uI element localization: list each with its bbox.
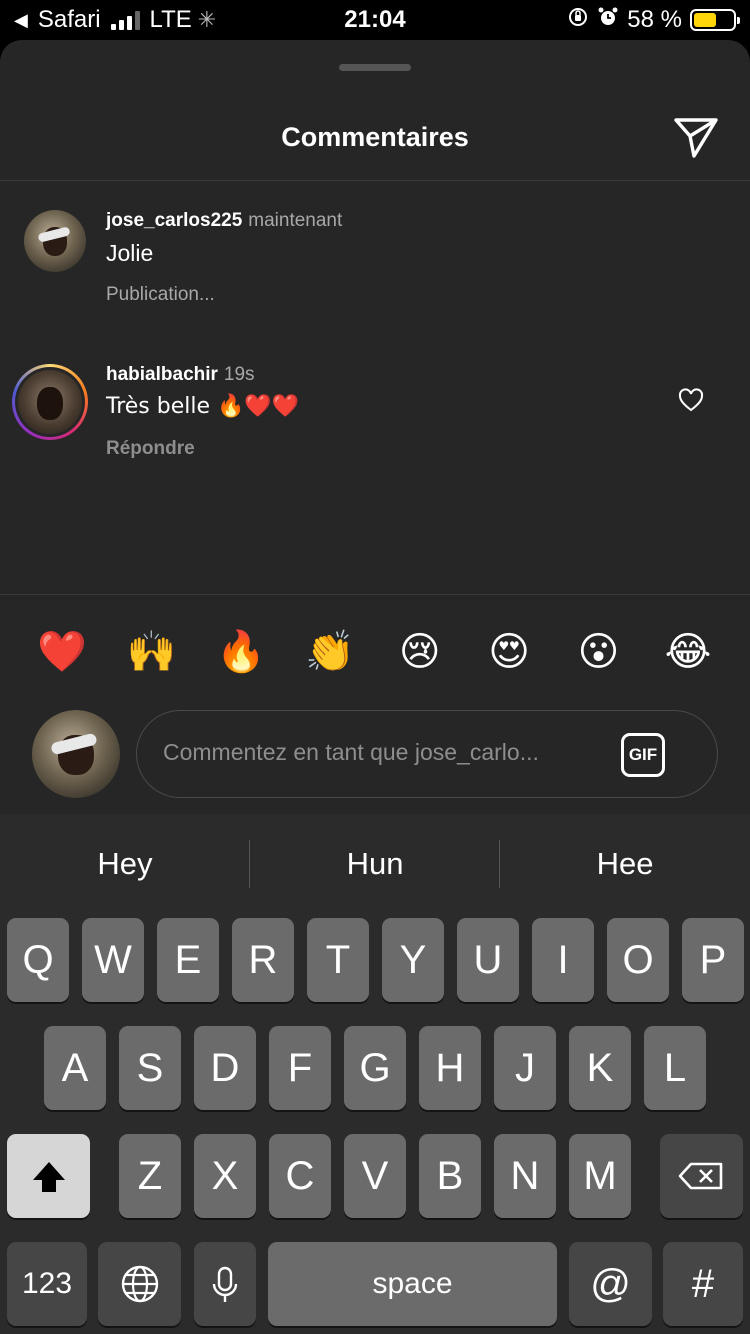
key-t[interactable]: T	[307, 918, 369, 1002]
suggestion-item[interactable]: Hey	[0, 814, 250, 914]
comment-time: 19s	[223, 364, 255, 385]
emoji-heart-button[interactable]: ❤️	[18, 628, 106, 676]
suggestion-item[interactable]: Hun	[250, 814, 500, 914]
at-key[interactable]: @	[569, 1242, 652, 1326]
key-j[interactable]: J	[494, 1026, 556, 1110]
comment-input[interactable]	[163, 739, 593, 766]
shift-arrow-icon	[32, 1162, 65, 1192]
keyboard: Hey Hun Hee Q W E R T Y U I O P A S D F …	[0, 814, 750, 1334]
key-e[interactable]: E	[157, 918, 219, 1002]
emoji-raised-hands-button[interactable]: 🙌	[107, 628, 195, 676]
key-k[interactable]: K	[569, 1026, 631, 1110]
key-a[interactable]: A	[44, 1026, 106, 1110]
status-bar: ◀ Safari LTE ✳ 21:04 58 %	[0, 0, 750, 40]
paper-plane-icon[interactable]	[672, 112, 720, 160]
key-u[interactable]: U	[457, 918, 519, 1002]
key-s[interactable]: S	[119, 1026, 181, 1110]
comment-username[interactable]: jose_carlos225 maintenant	[106, 210, 342, 232]
emoji-divider	[0, 594, 750, 595]
key-n[interactable]: N	[494, 1134, 556, 1218]
emoji-heart-eyes-button[interactable]: 😍	[465, 628, 553, 676]
dictation-key[interactable]	[194, 1242, 256, 1326]
key-m[interactable]: M	[569, 1134, 631, 1218]
numbers-key[interactable]: 123	[7, 1242, 87, 1326]
backspace-icon	[678, 1162, 722, 1190]
key-b[interactable]: B	[419, 1134, 481, 1218]
comment-username-text[interactable]: jose_carlos225	[106, 210, 242, 231]
comment-status: Publication...	[106, 284, 215, 305]
comment-username[interactable]: habialbachir 19s	[106, 364, 255, 386]
heart-outline-icon[interactable]	[678, 388, 704, 414]
predictive-bar: Hey Hun Hee	[0, 814, 750, 914]
key-o[interactable]: O	[607, 918, 669, 1002]
key-i[interactable]: I	[532, 918, 594, 1002]
key-r[interactable]: R	[232, 918, 294, 1002]
microphone-icon	[212, 1266, 238, 1302]
key-x[interactable]: X	[194, 1134, 256, 1218]
hash-key[interactable]: #	[663, 1242, 743, 1326]
comment-composer[interactable]: GIF	[136, 710, 718, 798]
header-divider	[0, 180, 750, 181]
delete-key[interactable]	[660, 1134, 743, 1218]
key-c[interactable]: C	[269, 1134, 331, 1218]
key-q[interactable]: Q	[7, 918, 69, 1002]
reply-button[interactable]: Répondre	[106, 438, 195, 460]
key-l[interactable]: L	[644, 1026, 706, 1110]
key-w[interactable]: W	[82, 918, 144, 1002]
comment-username-text[interactable]: habialbachir	[106, 364, 218, 385]
key-d[interactable]: D	[194, 1026, 256, 1110]
comment-time: maintenant	[248, 210, 343, 231]
comment-item: habialbachir 19s Très belle 🔥❤️❤️ Répondr…	[0, 354, 750, 494]
orientation-lock-icon	[567, 6, 589, 34]
emoji-laughing-button[interactable]: 😂	[644, 628, 732, 676]
emoji-clap-button[interactable]: 👏	[286, 628, 374, 676]
shift-key[interactable]	[7, 1134, 90, 1218]
suggestion-item[interactable]: Hee	[500, 814, 750, 914]
alarm-icon	[597, 6, 619, 34]
emoji-quick-bar: ❤️ 🙌 🔥 👏 😢 😍 😮 😂	[18, 628, 732, 676]
composer-avatar	[32, 710, 120, 798]
avatar-story-ring[interactable]	[12, 364, 88, 440]
key-y[interactable]: Y	[382, 918, 444, 1002]
avatar[interactable]	[24, 210, 86, 272]
gif-button[interactable]: GIF	[621, 733, 665, 777]
battery-icon	[690, 9, 740, 31]
globe-key[interactable]	[98, 1242, 181, 1326]
key-z[interactable]: Z	[119, 1134, 181, 1218]
sheet-title: Commentaires	[281, 122, 469, 152]
key-g[interactable]: G	[344, 1026, 406, 1110]
comment-text: Jolie	[106, 240, 154, 266]
emoji-crying-button[interactable]: 😢	[376, 628, 464, 676]
comment-item: jose_carlos225 maintenant Jolie Publicati…	[0, 200, 750, 340]
status-right: 58 %	[567, 6, 740, 34]
emoji-fire-button[interactable]: 🔥	[197, 628, 285, 676]
battery-percent: 58 %	[627, 6, 682, 33]
globe-icon	[121, 1265, 158, 1303]
key-h[interactable]: H	[419, 1026, 481, 1110]
sheet-grabber[interactable]	[339, 64, 411, 71]
comment-text: Très belle 🔥❤️❤️	[106, 394, 300, 419]
space-key[interactable]: space	[268, 1242, 557, 1326]
key-f[interactable]: F	[269, 1026, 331, 1110]
comments-sheet: Commentaires jose_carlos225 maintenant Jo…	[0, 40, 750, 814]
key-v[interactable]: V	[344, 1134, 406, 1218]
emoji-surprised-button[interactable]: 😮	[555, 628, 643, 676]
key-p[interactable]: P	[682, 918, 744, 1002]
